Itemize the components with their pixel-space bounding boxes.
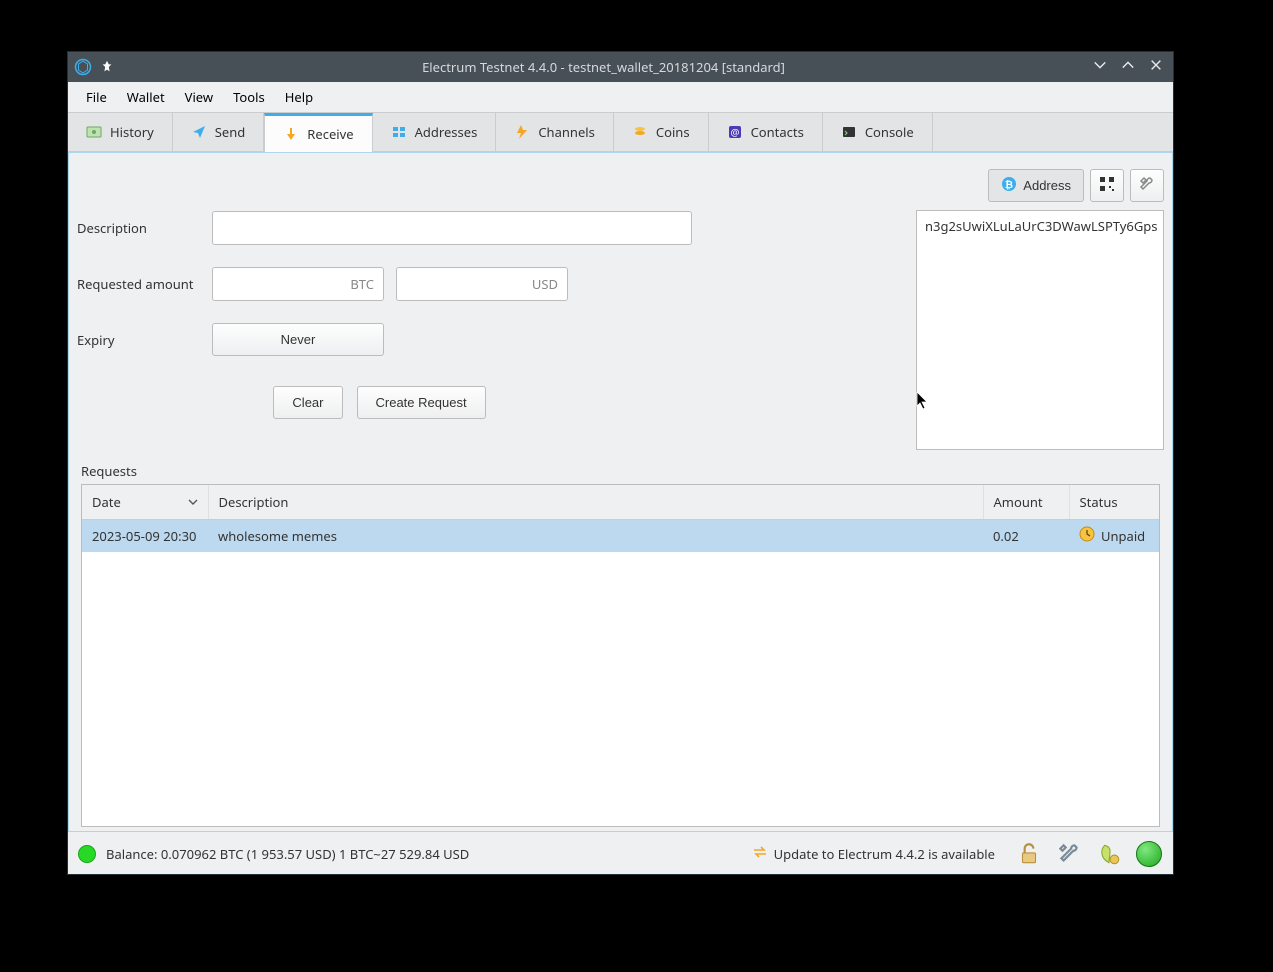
tab-label: Channels bbox=[538, 123, 595, 141]
expiry-label: Expiry bbox=[77, 331, 212, 349]
description-input[interactable] bbox=[212, 211, 692, 245]
network-icon[interactable] bbox=[1135, 840, 1163, 868]
maximize-button[interactable] bbox=[1121, 58, 1135, 76]
amount-btc-input[interactable] bbox=[212, 267, 384, 301]
col-description[interactable]: Description bbox=[208, 485, 983, 520]
update-icon bbox=[752, 844, 768, 864]
tab-label: Coins bbox=[656, 123, 690, 141]
tools-view-button[interactable] bbox=[1130, 169, 1164, 202]
clear-button[interactable]: Clear bbox=[273, 386, 342, 419]
app-icon bbox=[74, 58, 92, 76]
history-icon bbox=[86, 124, 102, 140]
contacts-icon: @ bbox=[727, 124, 743, 140]
tab-history[interactable]: History bbox=[68, 113, 173, 151]
tab-addresses[interactable]: Addresses bbox=[373, 113, 497, 151]
address-display[interactable]: n3g2sUwiXLuLaUrC3DWawLSPTy6Gps bbox=[916, 210, 1164, 450]
balance-text: Balance: 0.070962 BTC (1 953.57 USD) 1 B… bbox=[106, 845, 469, 863]
window-title: Electrum Testnet 4.4.0 - testnet_wallet_… bbox=[114, 58, 1093, 76]
app-window: Electrum Testnet 4.4.0 - testnet_wallet_… bbox=[67, 51, 1174, 875]
cell-description: wholesome memes bbox=[208, 520, 983, 553]
menu-view[interactable]: View bbox=[175, 84, 223, 110]
menu-file[interactable]: File bbox=[76, 84, 117, 110]
receive-icon bbox=[283, 126, 299, 142]
col-status[interactable]: Status bbox=[1069, 485, 1159, 520]
requested-amount-label: Requested amount bbox=[77, 275, 212, 293]
tab-label: Addresses bbox=[415, 123, 478, 141]
requests-label: Requests bbox=[69, 450, 1172, 484]
tab-coins[interactable]: Coins bbox=[614, 113, 709, 151]
sort-desc-icon bbox=[188, 493, 198, 511]
statusbar: Balance: 0.070962 BTC (1 953.57 USD) 1 B… bbox=[68, 834, 1173, 874]
requests-table: Date Description Amount Status 2023-05-0… bbox=[81, 484, 1160, 827]
send-icon bbox=[191, 124, 207, 140]
tab-label: Receive bbox=[307, 125, 353, 143]
addresses-icon bbox=[391, 124, 407, 140]
tab-receive[interactable]: Receive bbox=[264, 113, 372, 152]
cell-amount: 0.02 bbox=[983, 520, 1069, 553]
tab-channels[interactable]: Channels bbox=[496, 113, 614, 151]
receive-content: Description Requested amount BTC USD Ex bbox=[68, 152, 1173, 832]
menu-tools[interactable]: Tools bbox=[223, 84, 275, 110]
channels-icon bbox=[514, 124, 530, 140]
col-amount[interactable]: Amount bbox=[983, 485, 1069, 520]
qr-view-button[interactable] bbox=[1090, 169, 1124, 202]
menubar: File Wallet View Tools Help bbox=[68, 82, 1173, 112]
tab-label: History bbox=[110, 123, 154, 141]
tab-label: Console bbox=[865, 123, 914, 141]
tabbar: History Send Receive Addresses Channels … bbox=[68, 112, 1173, 152]
cell-status: Unpaid bbox=[1069, 520, 1159, 553]
tab-label: Contacts bbox=[751, 123, 804, 141]
titlebar: Electrum Testnet 4.4.0 - testnet_wallet_… bbox=[68, 52, 1173, 82]
tab-console[interactable]: Console bbox=[823, 113, 933, 151]
qr-icon bbox=[1099, 176, 1115, 195]
wrench-icon bbox=[1139, 176, 1155, 195]
tab-label: Send bbox=[215, 123, 246, 141]
description-label: Description bbox=[77, 219, 212, 237]
col-date[interactable]: Date bbox=[82, 485, 208, 520]
menu-wallet[interactable]: Wallet bbox=[117, 84, 175, 110]
address-view-button[interactable]: ₿ Address bbox=[988, 169, 1084, 202]
tab-send[interactable]: Send bbox=[173, 113, 265, 151]
console-icon bbox=[841, 124, 857, 140]
menu-help[interactable]: Help bbox=[275, 84, 323, 110]
seed-icon[interactable] bbox=[1095, 840, 1123, 868]
cell-date: 2023-05-09 20:30 bbox=[82, 520, 208, 553]
status-dot-icon bbox=[78, 845, 96, 863]
minimize-button[interactable] bbox=[1093, 58, 1107, 76]
tab-contacts[interactable]: @ Contacts bbox=[709, 113, 823, 151]
clock-icon bbox=[1079, 526, 1095, 546]
close-button[interactable] bbox=[1149, 58, 1163, 76]
expiry-select[interactable]: Never bbox=[212, 323, 384, 356]
bitcoin-icon: ₿ bbox=[1001, 176, 1017, 195]
svg-text:@: @ bbox=[730, 125, 739, 139]
svg-text:₿: ₿ bbox=[1005, 179, 1013, 191]
request-row[interactable]: 2023-05-09 20:30 wholesome memes 0.02 Un… bbox=[82, 520, 1159, 553]
coins-icon bbox=[632, 124, 648, 140]
amount-usd-input[interactable] bbox=[396, 267, 568, 301]
update-link[interactable]: Update to Electrum 4.4.2 is available bbox=[752, 844, 995, 864]
create-request-button[interactable]: Create Request bbox=[357, 386, 486, 419]
pin-icon[interactable] bbox=[100, 60, 114, 74]
preferences-icon[interactable] bbox=[1055, 840, 1083, 868]
lock-icon[interactable] bbox=[1015, 840, 1043, 868]
